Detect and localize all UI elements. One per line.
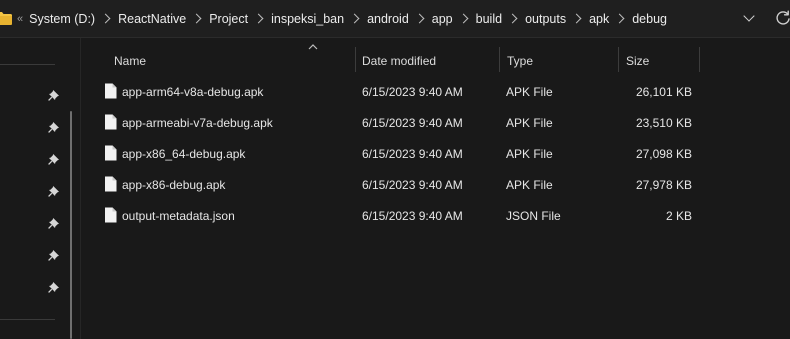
breadcrumb-item-android[interactable]: android xyxy=(367,12,409,26)
chevron-right-icon[interactable] xyxy=(614,13,625,24)
file-size: 27,978 KB xyxy=(635,178,692,192)
column-header-name[interactable]: Name xyxy=(114,54,146,68)
refresh-icon[interactable] xyxy=(775,10,790,26)
file-date-modified: 6/15/2023 9:40 AM xyxy=(362,85,463,99)
breadcrumb-item-outputs[interactable]: outputs xyxy=(525,12,566,26)
navigation-pane[interactable] xyxy=(0,38,72,339)
column-divider[interactable] xyxy=(618,47,619,72)
file-row[interactable]: app-x86-debug.apk 6/15/2023 9:40 AM APK … xyxy=(81,169,790,200)
breadcrumb: « System (D:) ReactNative Project inspek… xyxy=(0,0,728,37)
breadcrumb-item-build[interactable]: build xyxy=(476,12,502,26)
file-type: APK File xyxy=(506,178,553,192)
document-icon xyxy=(105,114,117,130)
file-name: app-arm64-v8a-debug.apk xyxy=(122,85,264,99)
column-header-type[interactable]: Type xyxy=(507,54,533,68)
file-type: APK File xyxy=(506,116,553,130)
breadcrumb-item-reactnative[interactable]: ReactNative xyxy=(118,12,186,26)
chevron-right-icon[interactable] xyxy=(458,13,469,24)
address-bar[interactable]: « System (D:) ReactNative Project inspek… xyxy=(0,0,790,38)
chevron-right-icon[interactable] xyxy=(507,13,518,24)
document-icon xyxy=(105,176,117,192)
document-icon xyxy=(105,207,117,223)
file-row[interactable]: app-arm64-v8a-debug.apk 6/15/2023 9:40 A… xyxy=(81,76,790,107)
file-name: app-x86-debug.apk xyxy=(122,178,226,192)
file-row[interactable]: app-armeabi-v7a-debug.apk 6/15/2023 9:40… xyxy=(81,107,790,138)
column-header-row: Name Date modified Type Size xyxy=(81,38,790,76)
sort-ascending-icon xyxy=(308,44,318,50)
nav-scrollbar[interactable] xyxy=(70,111,72,339)
document-icon xyxy=(105,83,117,99)
file-row[interactable]: app-x86_64-debug.apk 6/15/2023 9:40 AM A… xyxy=(81,138,790,169)
file-size: 27,098 KB xyxy=(635,147,692,161)
file-date-modified: 6/15/2023 9:40 AM xyxy=(362,116,463,130)
pin-icon xyxy=(48,186,59,197)
file-size: 26,101 KB xyxy=(635,85,692,99)
breadcrumb-item-app[interactable]: app xyxy=(432,12,453,26)
chevron-right-icon[interactable] xyxy=(571,13,582,24)
chevron-right-icon[interactable] xyxy=(414,13,425,24)
file-row[interactable]: output-metadata.json 6/15/2023 9:40 AM J… xyxy=(81,200,790,231)
chevron-right-icon[interactable] xyxy=(253,13,264,24)
chevron-right-icon[interactable] xyxy=(191,13,202,24)
file-date-modified: 6/15/2023 9:40 AM xyxy=(362,147,463,161)
breadcrumb-item-inspeksi-ban[interactable]: inspeksi_ban xyxy=(271,12,344,26)
file-type: APK File xyxy=(506,85,553,99)
column-divider[interactable] xyxy=(699,47,700,72)
document-icon xyxy=(105,145,117,161)
file-type: APK File xyxy=(506,147,553,161)
column-divider[interactable] xyxy=(499,47,500,72)
file-date-modified: 6/15/2023 9:40 AM xyxy=(362,209,463,223)
chevron-right-icon[interactable] xyxy=(349,13,360,24)
breadcrumb-item-debug[interactable]: debug xyxy=(632,12,667,26)
file-size: 2 KB xyxy=(665,209,692,223)
file-date-modified: 6/15/2023 9:40 AM xyxy=(362,178,463,192)
chevron-down-icon[interactable] xyxy=(743,11,757,23)
pin-icon xyxy=(48,154,59,165)
breadcrumb-item-drive[interactable]: System (D:) xyxy=(29,12,95,26)
breadcrumb-overflow-button[interactable]: « xyxy=(17,13,23,25)
file-name: app-x86_64-debug.apk xyxy=(122,147,246,161)
pin-icon xyxy=(48,218,59,229)
pin-icon xyxy=(48,282,59,293)
file-name: output-metadata.json xyxy=(122,209,235,223)
folder-icon xyxy=(0,12,12,25)
column-divider[interactable] xyxy=(355,47,356,72)
file-size: 23,510 KB xyxy=(635,116,692,130)
nav-divider xyxy=(0,319,55,320)
file-name: app-armeabi-v7a-debug.apk xyxy=(122,116,273,130)
file-type: JSON File xyxy=(506,209,561,223)
breadcrumb-item-apk[interactable]: apk xyxy=(589,12,609,26)
pin-icon xyxy=(48,122,59,133)
pin-icon xyxy=(48,250,59,261)
breadcrumb-item-project[interactable]: Project xyxy=(209,12,248,26)
column-header-size[interactable]: Size xyxy=(626,54,649,68)
pin-icon xyxy=(48,90,59,101)
nav-divider xyxy=(0,64,55,65)
chevron-right-icon[interactable] xyxy=(100,13,111,24)
column-header-date-modified[interactable]: Date modified xyxy=(362,54,436,68)
